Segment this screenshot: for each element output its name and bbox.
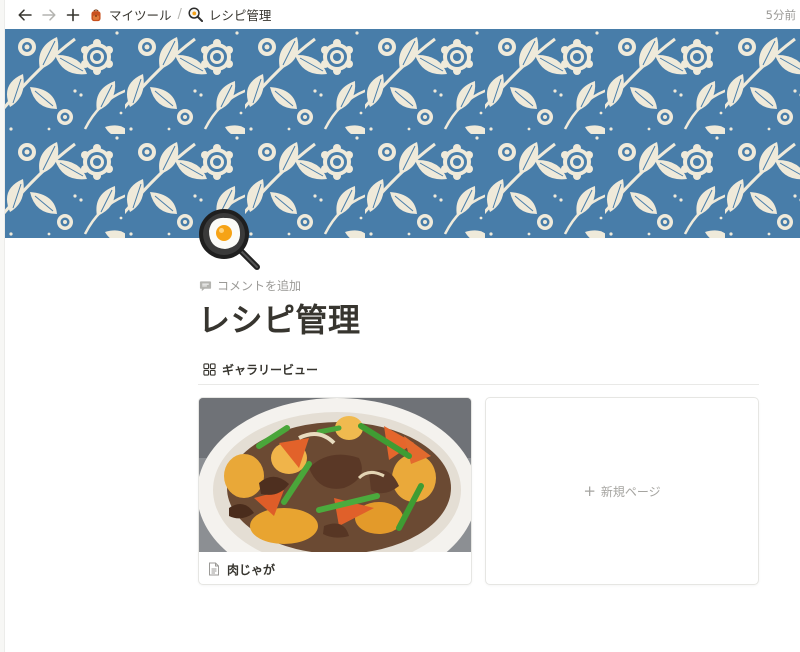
- card-title-row: 肉じゃが: [199, 552, 471, 584]
- breadcrumb-separator: /: [177, 7, 182, 22]
- new-page-button[interactable]: + 新規ページ: [583, 483, 660, 500]
- nikujaga-photo: [199, 398, 471, 552]
- add-comment-button[interactable]: コメントを追加: [199, 276, 301, 294]
- gallery-grid-icon: [203, 362, 216, 376]
- page-cover-image[interactable]: [5, 29, 800, 238]
- last-edited-time: 5分前: [765, 7, 796, 22]
- new-page-label: 新規ページ: [600, 484, 661, 499]
- page-title[interactable]: レシピ管理: [198, 298, 361, 342]
- breadcrumb-item-recipes[interactable]: レシピ管理: [184, 4, 276, 26]
- gallery-card-nikujaga[interactable]: 肉じゃが: [198, 397, 472, 585]
- forward-button[interactable]: [38, 4, 60, 26]
- new-page-card[interactable]: + 新規ページ: [485, 397, 759, 585]
- comment-icon: [199, 280, 212, 291]
- page-doc-icon: [209, 562, 219, 576]
- breadcrumb-label: マイツール: [109, 8, 172, 23]
- tab-gallery-view[interactable]: ギャラリービュー: [203, 358, 318, 380]
- plus-icon: +: [583, 481, 596, 500]
- arrow-left-icon: [18, 8, 32, 21]
- breadcrumb-item-my-tools[interactable]: マイツール: [84, 4, 176, 26]
- floral-pattern-cover: [5, 29, 800, 238]
- view-divider: [198, 384, 759, 385]
- backpack-icon: [88, 7, 104, 23]
- top-bar: マイツール / レシピ管理 5分前: [5, 0, 800, 29]
- new-tab-button[interactable]: [62, 4, 84, 26]
- cooking-icon: [199, 209, 260, 270]
- view-tab-label: ギャラリービュー: [222, 362, 319, 377]
- breadcrumb-label: レシピ管理: [208, 8, 272, 23]
- card-title: 肉じゃが: [227, 562, 276, 577]
- page-icon-cooking[interactable]: [197, 207, 261, 271]
- back-button[interactable]: [14, 4, 36, 26]
- add-comment-label: コメントを追加: [217, 278, 302, 293]
- arrow-right-icon: [42, 8, 56, 21]
- plus-icon: [66, 8, 80, 21]
- cooking-icon: [188, 7, 204, 22]
